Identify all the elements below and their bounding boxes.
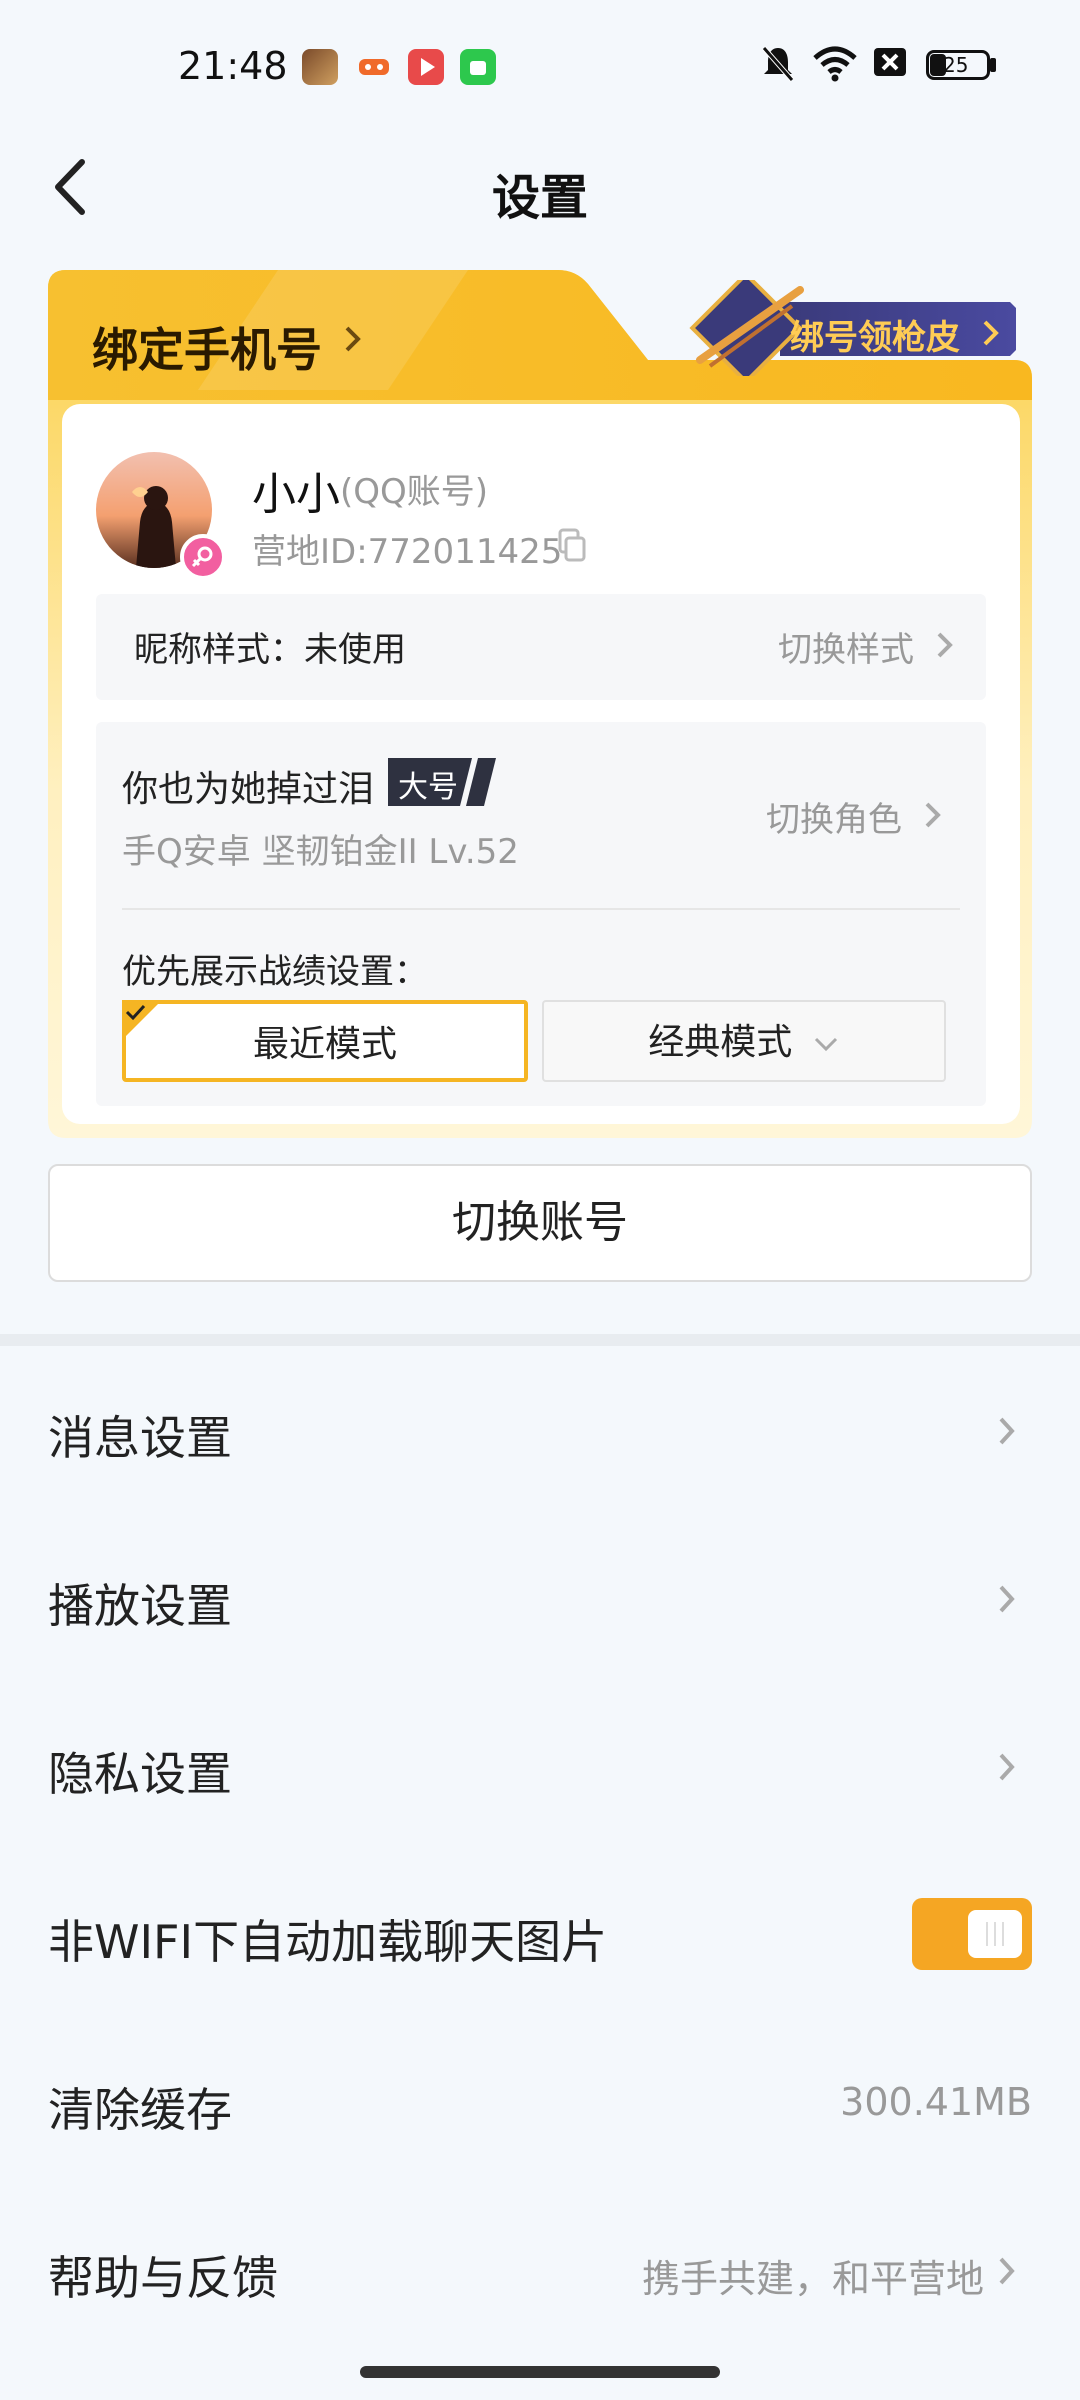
clear-cache-label: 清除缓存 bbox=[48, 2083, 232, 2137]
sim-off-icon bbox=[874, 48, 906, 76]
page-title: 设置 bbox=[491, 170, 588, 226]
chevron-down-icon bbox=[814, 1037, 837, 1052]
username: 小小 bbox=[252, 469, 340, 520]
recent-mode-button[interactable]: 最近模式 bbox=[122, 1000, 528, 1082]
chevron-right-icon bbox=[925, 802, 941, 828]
record-preference-label: 优先展示战绩设置： bbox=[122, 952, 428, 992]
camp-id: 营地ID:772011425 bbox=[252, 532, 563, 572]
help-feedback-value: 携手共建，和平营地 bbox=[641, 2257, 984, 2301]
home-indicator[interactable] bbox=[360, 2366, 720, 2378]
wechat-app-icon bbox=[460, 49, 496, 85]
mute-icon bbox=[762, 46, 794, 82]
bind-phone-link[interactable]: 绑定手机号 bbox=[92, 314, 322, 380]
battery-level: 25 bbox=[943, 53, 969, 77]
divider bbox=[122, 908, 960, 910]
toggle-knob bbox=[968, 1910, 1022, 1958]
role-name: 你也为她掉过泪 bbox=[122, 769, 375, 810]
playback-settings-label: 播放设置 bbox=[48, 1579, 232, 1633]
controller-app-icon bbox=[356, 49, 392, 85]
female-gender-icon bbox=[180, 534, 226, 580]
role-badge-label: 大号 bbox=[398, 770, 458, 805]
classic-mode-label: 经典模式 bbox=[648, 1022, 793, 1063]
section-separator bbox=[0, 1334, 1080, 1346]
check-icon bbox=[122, 1000, 162, 1040]
nickname-style-label: 昵称样式：未使用 bbox=[134, 630, 406, 670]
chevron-right-icon bbox=[999, 2257, 1015, 2285]
chevron-right-icon bbox=[345, 326, 361, 352]
account-type: (QQ账号) bbox=[340, 472, 489, 512]
recent-mode-label: 最近模式 bbox=[252, 1024, 397, 1065]
status-time: 21:48 bbox=[178, 44, 288, 88]
switch-style-link[interactable]: 切换样式 bbox=[778, 622, 914, 671]
auto-load-images-label: 非WIFI下自动加载聊天图片 bbox=[48, 1915, 608, 1969]
cache-size-value: 300.41MB bbox=[840, 2080, 1032, 2124]
switch-account-button[interactable]: 切换账号 bbox=[48, 1164, 1032, 1282]
chevron-right-icon bbox=[983, 320, 999, 346]
copy-icon[interactable] bbox=[556, 528, 586, 562]
chevron-right-icon bbox=[999, 1585, 1015, 1613]
promo-label: 绑号领枪皮 bbox=[790, 318, 960, 358]
help-feedback-label: 帮助与反馈 bbox=[48, 2251, 278, 2305]
privacy-settings-label: 隐私设置 bbox=[48, 1747, 232, 1801]
status-bar bbox=[0, 0, 1080, 130]
role-meta: 手Q安卓 坚韧铂金II Lv.52 bbox=[122, 832, 519, 872]
classic-mode-button[interactable]: 经典模式 bbox=[542, 1000, 946, 1082]
chevron-right-icon bbox=[999, 1417, 1015, 1445]
switch-role-link[interactable]: 切换角色 bbox=[766, 792, 902, 841]
game-app-icon bbox=[302, 49, 338, 85]
video-app-icon bbox=[408, 49, 444, 85]
message-settings-label: 消息设置 bbox=[48, 1411, 232, 1465]
chevron-right-icon bbox=[999, 1753, 1015, 1781]
chevron-right-icon bbox=[937, 632, 953, 658]
wifi-icon bbox=[813, 46, 857, 82]
battery-icon: 25 bbox=[926, 50, 990, 80]
